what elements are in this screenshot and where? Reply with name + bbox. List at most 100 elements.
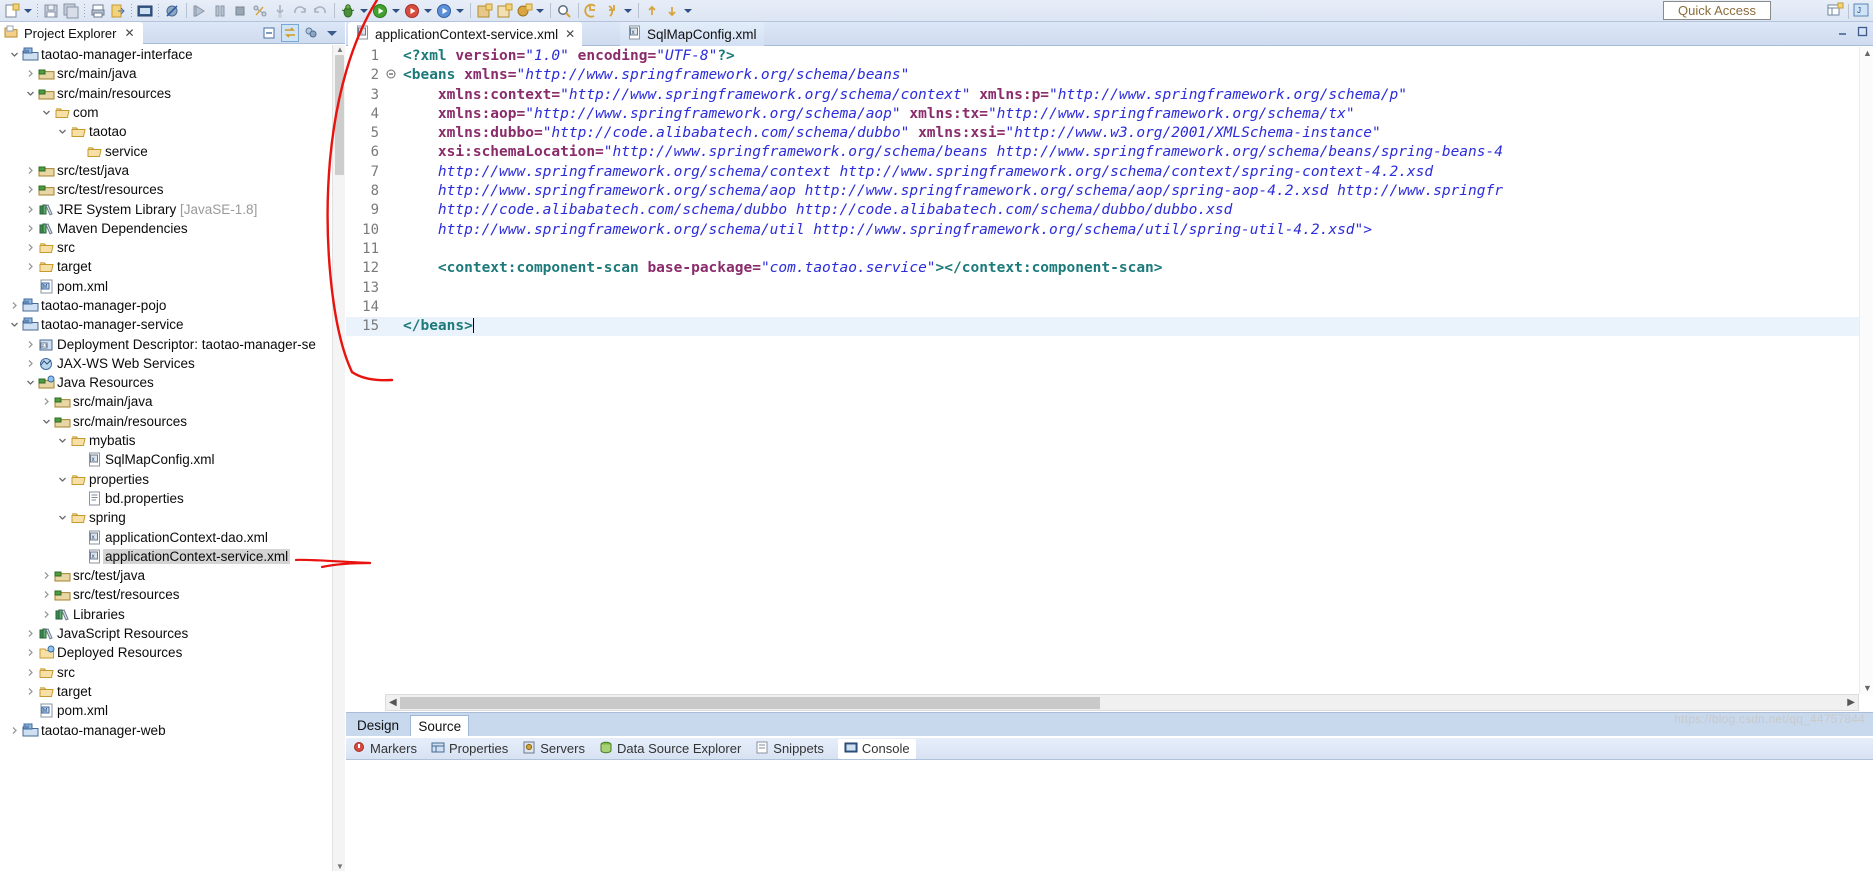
code-line-current[interactable]: 15 </beans> (346, 317, 1859, 337)
tree-item[interactable]: com (0, 103, 332, 122)
forward-icon[interactable] (602, 1, 622, 21)
tree-item[interactable]: bd.properties (0, 489, 332, 508)
collapse-all-icon[interactable] (260, 24, 278, 42)
tree-item-selected[interactable]: x applicationContext-service.xml (0, 547, 332, 566)
chevron-down-icon[interactable] (24, 89, 37, 98)
new-dropdown-icon[interactable] (22, 1, 34, 21)
chevron-down-icon[interactable] (40, 417, 53, 426)
chevron-right-icon[interactable] (24, 205, 37, 214)
tree-item[interactable]: src (0, 663, 332, 682)
editor-scroll-up-icon[interactable]: ▲ (1863, 48, 1872, 58)
code-line[interactable]: 5 xmlns:dubbo="http://code.alibabatech.c… (346, 124, 1859, 143)
chevron-right-icon[interactable] (24, 340, 37, 349)
skip-breakpoints-icon[interactable] (162, 1, 182, 21)
tree-item[interactable]: 2.5 Deployment Descriptor: taotao-manager… (0, 334, 332, 353)
code-line[interactable]: 7 http://www.springframework.org/schema/… (346, 163, 1859, 182)
run-dropdown-icon[interactable] (390, 1, 402, 21)
save-icon[interactable] (41, 1, 61, 21)
quick-access-field[interactable]: Quick Access (1663, 1, 1771, 20)
tree-item[interactable]: x SqlMapConfig.xml (0, 450, 332, 469)
open-perspective-icon[interactable] (1827, 2, 1844, 21)
chevron-right-icon[interactable] (24, 648, 37, 657)
new-java-project-icon[interactable] (474, 1, 494, 21)
tree-item[interactable]: src/main/java (0, 392, 332, 411)
back-icon[interactable] (582, 1, 602, 21)
tree-item[interactable]: src/main/java (0, 64, 332, 83)
editor-scroll-down-icon[interactable]: ▼ (1863, 683, 1872, 693)
new-package-icon[interactable] (494, 1, 514, 21)
code-line[interactable]: 3 xmlns:context="http://www.springframew… (346, 86, 1859, 105)
tree-item[interactable]: src/test/java (0, 566, 332, 585)
project-tree[interactable]: Mtaotao-manager-interface src/main/java sr… (0, 45, 332, 871)
new-class-icon[interactable] (514, 1, 534, 21)
editor-vertical-scrollbar[interactable]: ▲ ▼ (1859, 47, 1873, 694)
code-line[interactable]: 9 http://code.alibabatech.com/schema/dub… (346, 201, 1859, 220)
code-line[interactable]: 4 xmlns:aop="http://www.springframework.… (346, 105, 1859, 124)
chevron-down-icon[interactable] (24, 378, 37, 387)
source-code[interactable]: 1 <?xml version="1.0" encoding="UTF-8"?> 2… (346, 47, 1859, 694)
tree-item[interactable]: src/test/java (0, 161, 332, 180)
debug-dropdown-icon[interactable] (358, 1, 370, 21)
view-menu-filter-icon[interactable] (302, 24, 320, 42)
tree-item[interactable]: src (0, 238, 332, 257)
next-annotation-icon[interactable] (662, 1, 682, 21)
save-all-icon[interactable] (61, 1, 81, 21)
editor-tab-2[interactable]: x SqlMapConfig.xml (620, 22, 764, 46)
chevron-right-icon[interactable] (40, 610, 53, 619)
export-icon[interactable] (108, 1, 128, 21)
tree-item[interactable]: Maven Dependencies (0, 219, 332, 238)
tree-item[interactable]: JAX-WS Web Services (0, 354, 332, 373)
tree-item[interactable]: Java Resources (0, 373, 332, 392)
chevron-down-icon[interactable] (56, 127, 69, 136)
tree-item[interactable]: mybatis (0, 431, 332, 450)
bottom-tab-console[interactable]: Console (837, 738, 916, 759)
tree-item[interactable]: src/test/resources (0, 180, 332, 199)
bottom-tab-servers[interactable]: Servers (522, 741, 585, 757)
tree-item[interactable]: target (0, 257, 332, 276)
prev-annotation-icon[interactable] (642, 1, 662, 21)
run-icon[interactable] (370, 1, 390, 21)
tab-design[interactable]: Design (350, 715, 406, 736)
search-icon[interactable] (554, 1, 574, 21)
debug-icon[interactable] (338, 1, 358, 21)
tree-item[interactable]: JRE System Library [JavaSE-1.8] (0, 199, 332, 218)
chevron-right-icon[interactable] (24, 668, 37, 677)
chevron-right-icon[interactable] (24, 243, 37, 252)
tab-project-explorer[interactable]: Project Explorer ✕ (0, 22, 143, 44)
tab-source[interactable]: Source (410, 715, 470, 736)
chevron-down-icon[interactable] (8, 320, 21, 329)
tree-item[interactable]: Mtaotao-manager-interface (0, 45, 332, 64)
tree-item[interactable]: spring (0, 508, 332, 527)
chevron-right-icon[interactable] (24, 69, 37, 78)
hscroll-thumb[interactable] (400, 697, 1100, 709)
tree-item[interactable]: JavaScript Resources (0, 624, 332, 643)
chevron-down-icon[interactable] (40, 108, 53, 117)
step-return-icon[interactable] (310, 1, 330, 21)
chevron-down-icon[interactable] (8, 50, 21, 59)
chevron-right-icon[interactable] (24, 262, 37, 271)
nav-dropdown-icon[interactable] (622, 1, 634, 21)
code-line[interactable]: 11 (346, 240, 1859, 259)
tree-item[interactable]: target (0, 682, 332, 701)
tree-item[interactable]: taotao (0, 122, 332, 141)
chevron-right-icon[interactable] (24, 629, 37, 638)
chevron-right-icon[interactable] (24, 687, 37, 696)
chevron-right-icon[interactable] (24, 224, 37, 233)
code-line[interactable]: 8 http://www.springframework.org/schema/… (346, 182, 1859, 201)
code-line[interactable]: 1 <?xml version="1.0" encoding="UTF-8"?> (346, 47, 1859, 66)
view-menu-icon[interactable] (323, 24, 341, 42)
terminate-icon[interactable] (230, 1, 250, 21)
tree-item[interactable]: Mpom.xml (0, 701, 332, 720)
scrollbar-thumb[interactable] (335, 55, 344, 175)
print-icon[interactable] (88, 1, 108, 21)
tree-item[interactable]: properties (0, 470, 332, 489)
disconnect-icon[interactable] (250, 1, 270, 21)
code-line[interactable]: 12 <context:component-scan base-package=… (346, 259, 1859, 278)
chevron-right-icon[interactable] (40, 397, 53, 406)
suspend-icon[interactable] (210, 1, 230, 21)
resume-icon[interactable] (190, 1, 210, 21)
code-line[interactable]: 14 (346, 298, 1859, 317)
tree-item[interactable]: service (0, 141, 332, 160)
chevron-right-icon[interactable] (24, 185, 37, 194)
tree-item[interactable]: src/main/resources (0, 412, 332, 431)
